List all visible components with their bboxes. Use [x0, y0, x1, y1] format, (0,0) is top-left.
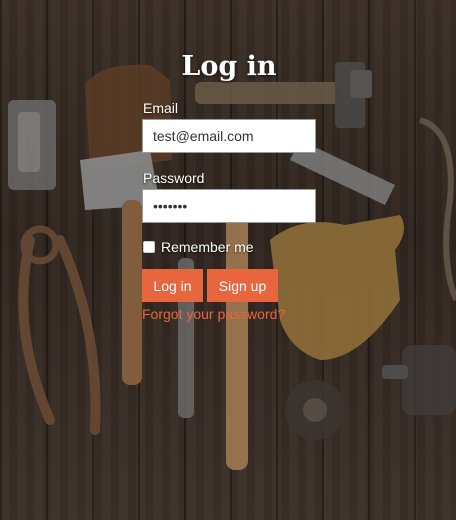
password-label: Password	[143, 170, 205, 186]
remember-me-checkbox[interactable]	[143, 241, 155, 253]
email-input[interactable]	[142, 119, 316, 153]
login-button[interactable]: Log in	[142, 269, 203, 302]
tongs-icon	[18, 225, 101, 435]
page-title: Log in	[181, 51, 277, 82]
email-label: Email	[143, 100, 179, 116]
password-input[interactable]	[142, 189, 316, 223]
remember-me-label[interactable]: Remember me	[161, 239, 254, 255]
hand-plane-icon	[8, 100, 56, 190]
form-actions: Log in Sign up	[142, 269, 316, 302]
forgot-password-link[interactable]: Forgot your password?	[142, 305, 316, 323]
pot-icon	[382, 345, 456, 415]
signup-button[interactable]: Sign up	[207, 269, 278, 302]
login-form: Log in Email Password Remember me Log in…	[142, 50, 316, 323]
plumb-bob-icon	[285, 380, 345, 440]
saw-icon	[419, 117, 456, 302]
remember-me-row: Remember me	[142, 238, 316, 256]
